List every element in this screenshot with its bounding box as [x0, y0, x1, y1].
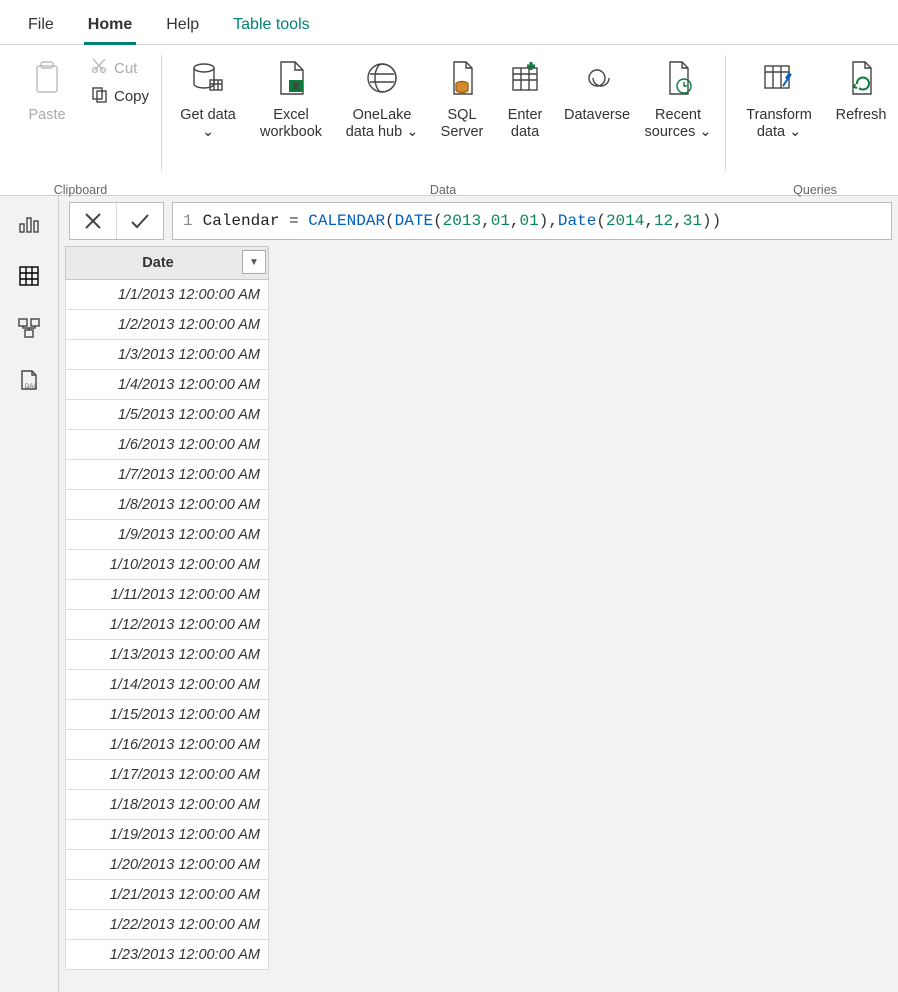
table-cell[interactable]: 1/17/2013 12:00:00 AM [66, 760, 269, 790]
table-cell[interactable]: 1/4/2013 12:00:00 AM [66, 370, 269, 400]
dataverse-icon [574, 55, 620, 101]
table-cell[interactable]: 1/22/2013 12:00:00 AM [66, 910, 269, 940]
cancel-formula-button[interactable] [70, 203, 116, 239]
table-cell[interactable]: 1/3/2013 12:00:00 AM [66, 340, 269, 370]
sql-server-button[interactable]: SQL Server [433, 51, 491, 140]
chevron-down-icon: ⌄ [202, 124, 214, 140]
model-view-icon[interactable] [15, 314, 43, 342]
data-table: Date ▼ 1/1/2013 12:00:00 AM1/2/2013 12:0… [59, 246, 898, 970]
table-cell[interactable]: 1/9/2013 12:00:00 AM [66, 520, 269, 550]
transform-label: Transform data [746, 107, 812, 140]
table-cell[interactable]: 1/8/2013 12:00:00 AM [66, 490, 269, 520]
content: DAX 1Calendar = CALENDAR(DATE(2013,01,01… [0, 196, 898, 992]
database-icon [185, 55, 231, 101]
scissors-icon [90, 57, 108, 79]
table-cell[interactable]: 1/6/2013 12:00:00 AM [66, 430, 269, 460]
onelake-icon [359, 55, 405, 101]
table-cell[interactable]: 1/16/2013 12:00:00 AM [66, 730, 269, 760]
chevron-down-icon: ⌄ [699, 124, 711, 140]
excel-workbook-button[interactable]: X Excel workbook [251, 51, 331, 140]
copy-button[interactable]: Copy [90, 85, 149, 107]
group-queries-label: Queries [725, 183, 898, 197]
refresh-label: Refresh [836, 107, 887, 124]
table-cell[interactable]: 1/13/2013 12:00:00 AM [66, 640, 269, 670]
dax-view-icon[interactable]: DAX [15, 366, 43, 394]
chevron-down-icon: ⌄ [789, 124, 801, 140]
copy-label: Copy [114, 88, 149, 105]
recent-label: Recent sources [645, 107, 701, 140]
table-cell[interactable]: 1/10/2013 12:00:00 AM [66, 550, 269, 580]
copy-icon [90, 85, 108, 107]
refresh-button[interactable]: Refresh [829, 51, 893, 140]
tab-home[interactable]: Home [84, 10, 136, 44]
group-clipboard: Paste Cut Copy Clipboard [0, 45, 161, 201]
line-number: 1 [183, 212, 193, 230]
excel-icon: X [268, 55, 314, 101]
check-icon [129, 211, 151, 231]
ribbon: Paste Cut Copy Clipboard Get data ⌄ [0, 45, 898, 196]
table-cell[interactable]: 1/5/2013 12:00:00 AM [66, 400, 269, 430]
enter-data-button[interactable]: Enter data [499, 51, 551, 140]
get-data-button[interactable]: Get data ⌄ [173, 51, 243, 140]
sql-label: SQL Server [433, 107, 491, 140]
enter-data-label: Enter data [499, 107, 551, 140]
tab-file[interactable]: File [24, 10, 58, 44]
table-cell[interactable]: 1/14/2013 12:00:00 AM [66, 670, 269, 700]
cut-label: Cut [114, 60, 137, 77]
menu-tabs: File Home Help Table tools [0, 0, 898, 45]
table-cell[interactable]: 1/19/2013 12:00:00 AM [66, 820, 269, 850]
recent-icon [655, 55, 701, 101]
table-cell[interactable]: 1/12/2013 12:00:00 AM [66, 610, 269, 640]
transform-icon [756, 55, 802, 101]
table-cell[interactable]: 1/11/2013 12:00:00 AM [66, 580, 269, 610]
paste-button[interactable]: Paste [12, 51, 82, 124]
table-cell[interactable]: 1/18/2013 12:00:00 AM [66, 790, 269, 820]
cut-button[interactable]: Cut [90, 57, 149, 79]
tab-help[interactable]: Help [162, 10, 203, 44]
table-cell[interactable]: 1/23/2013 12:00:00 AM [66, 940, 269, 970]
view-switcher: DAX [0, 196, 59, 992]
group-data: Get data ⌄ X Excel workbook OneLake data… [161, 45, 725, 201]
column-header-date[interactable]: Date ▼ [66, 247, 269, 280]
table-cell[interactable]: 1/1/2013 12:00:00 AM [66, 280, 269, 310]
column-filter-button[interactable]: ▼ [242, 250, 266, 274]
dataverse-button[interactable]: Dataverse [559, 51, 635, 140]
table-cell[interactable]: 1/15/2013 12:00:00 AM [66, 700, 269, 730]
data-view-icon[interactable] [15, 262, 43, 290]
sql-icon [439, 55, 485, 101]
formula-bar: 1Calendar = CALENDAR(DATE(2013,01,01),Da… [59, 196, 898, 246]
dataverse-label: Dataverse [564, 107, 630, 124]
paste-label: Paste [28, 107, 65, 124]
onelake-button[interactable]: OneLake data hub ⌄ [339, 51, 425, 140]
table-cell[interactable]: 1/20/2013 12:00:00 AM [66, 850, 269, 880]
x-icon [83, 211, 103, 231]
recent-sources-button[interactable]: Recent sources ⌄ [643, 51, 713, 140]
group-data-label: Data [161, 183, 725, 197]
chevron-down-icon: ⌄ [406, 124, 418, 140]
report-view-icon[interactable] [15, 210, 43, 238]
svg-text:X: X [293, 82, 299, 91]
formula-input[interactable]: 1Calendar = CALENDAR(DATE(2013,01,01),Da… [172, 202, 892, 240]
table-cell[interactable]: 1/2/2013 12:00:00 AM [66, 310, 269, 340]
transform-data-button[interactable]: Transform data ⌄ [737, 51, 821, 140]
table-cell[interactable]: 1/7/2013 12:00:00 AM [66, 460, 269, 490]
onelake-label: OneLake data hub [346, 107, 412, 140]
table-cell[interactable]: 1/21/2013 12:00:00 AM [66, 880, 269, 910]
excel-label: Excel workbook [251, 107, 331, 140]
group-queries: Transform data ⌄ Refresh Queries [725, 45, 898, 201]
main-area: 1Calendar = CALENDAR(DATE(2013,01,01),Da… [59, 196, 898, 992]
tab-table-tools[interactable]: Table tools [229, 10, 314, 44]
enter-data-icon [502, 55, 548, 101]
group-clipboard-label: Clipboard [0, 183, 161, 197]
svg-text:DAX: DAX [25, 384, 37, 390]
commit-formula-button[interactable] [116, 203, 163, 239]
clipboard-icon [24, 55, 70, 101]
column-header-label: Date [142, 255, 173, 271]
get-data-label: Get data [180, 107, 236, 123]
refresh-icon [838, 55, 884, 101]
